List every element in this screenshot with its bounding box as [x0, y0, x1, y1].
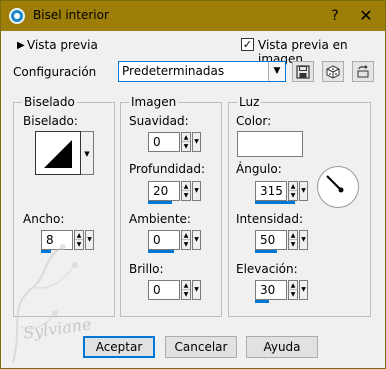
elevation-stepper[interactable]: ▲ ▼ — [288, 280, 298, 300]
ambience-menu-button[interactable]: ▼ — [192, 230, 201, 250]
depth-input[interactable]: 20 — [148, 181, 180, 201]
bevel-label: Biselado: — [23, 114, 78, 128]
angle-label: Ángulo: — [236, 162, 282, 176]
randomize-button[interactable] — [322, 61, 344, 82]
config-row: Configuración Predeterminadas ▼ — [1, 61, 385, 83]
app-icon — [9, 8, 25, 24]
depth-slider-fill[interactable] — [148, 201, 172, 204]
angle-input[interactable]: 315 — [255, 181, 287, 201]
ok-button[interactable]: Aceptar — [83, 336, 155, 358]
intensity-stepper[interactable]: ▲ ▼ — [288, 230, 298, 250]
ambience-label: Ambiente: — [129, 212, 191, 226]
shininess-input[interactable]: 0 — [148, 280, 180, 300]
ambience-input[interactable]: 0 — [148, 230, 180, 250]
intensity-input[interactable]: 50 — [255, 230, 287, 250]
preview-on-image-checkbox[interactable]: ✓ — [241, 38, 254, 51]
elevation-slider-fill[interactable] — [255, 300, 269, 303]
chevron-down-icon[interactable]: ▼ — [268, 62, 285, 81]
ambience-slider-fill[interactable] — [148, 250, 174, 253]
window-title: Bisel interior — [33, 8, 109, 22]
bevel-shape-picker[interactable] — [35, 131, 81, 175]
smoothness-stepper[interactable]: ▲ ▼ — [181, 132, 191, 152]
close-button[interactable]: ✕ — [353, 5, 379, 27]
shininess-label: Brillo: — [129, 262, 164, 276]
elevation-input[interactable]: 30 — [255, 280, 287, 300]
title-bar: Bisel interior ? ✕ — [1, 1, 385, 31]
ambience-stepper[interactable]: ▲ ▼ — [181, 230, 191, 250]
intensity-menu-button[interactable]: ▼ — [299, 230, 308, 250]
bevel-group-title: Biselado — [22, 95, 77, 109]
elevation-menu-button[interactable]: ▼ — [299, 280, 308, 300]
depth-menu-button[interactable]: ▼ — [192, 181, 201, 201]
save-icon — [296, 65, 310, 79]
depth-label: Profundidad: — [129, 162, 206, 176]
light-group-title: Luz — [237, 95, 262, 109]
angle-slider-fill[interactable] — [255, 201, 295, 204]
help-button[interactable]: Ayuda — [246, 336, 318, 358]
depth-stepper[interactable]: ▲ ▼ — [181, 181, 191, 201]
reset-icon — [357, 65, 369, 78]
bevel-shape-icon — [44, 140, 72, 168]
angle-dial[interactable] — [317, 166, 359, 208]
image-group-title: Imagen — [129, 95, 179, 109]
elevation-label: Elevación: — [236, 262, 298, 276]
dialog-window: Bisel interior ? ✕ ▶ Vista previa ✓ Vist… — [0, 0, 386, 369]
color-label: Color: — [236, 114, 272, 128]
shininess-menu-button[interactable]: ▼ — [192, 280, 201, 300]
width-label: Ancho: — [23, 212, 65, 226]
bevel-shape-dropdown[interactable]: ▼ — [81, 131, 94, 175]
angle-dial-needle-icon — [326, 175, 344, 193]
shininess-stepper[interactable]: ▲ ▼ — [181, 280, 191, 300]
config-label: Configuración — [13, 65, 97, 79]
angle-stepper[interactable]: ▲ ▼ — [288, 181, 298, 201]
floral-watermark — [12, 244, 78, 363]
preset-select-value: Predeterminadas — [122, 64, 225, 78]
help-title-button[interactable]: ? — [323, 5, 347, 27]
cancel-button[interactable]: Cancelar — [165, 336, 237, 358]
intensity-slider-fill[interactable] — [255, 250, 277, 253]
preset-select[interactable]: Predeterminadas ▼ — [118, 61, 286, 82]
preview-row: ▶ Vista previa ✓ Vista previa en imagen — [1, 37, 385, 66]
light-color-swatch[interactable] — [237, 131, 303, 157]
intensity-label: Intensidad: — [236, 212, 304, 226]
angle-menu-button[interactable]: ▼ — [299, 181, 308, 201]
smoothness-label: Suavidad: — [129, 114, 189, 128]
preview-toggle-label[interactable]: Vista previa — [27, 38, 98, 52]
random-icon — [326, 65, 340, 79]
triangle-right-icon[interactable]: ▶ — [17, 40, 25, 51]
save-preset-button[interactable] — [292, 61, 314, 82]
smoothness-menu-button[interactable]: ▼ — [192, 132, 201, 152]
smoothness-input[interactable]: 0 — [148, 132, 180, 152]
reset-button[interactable] — [352, 61, 374, 82]
